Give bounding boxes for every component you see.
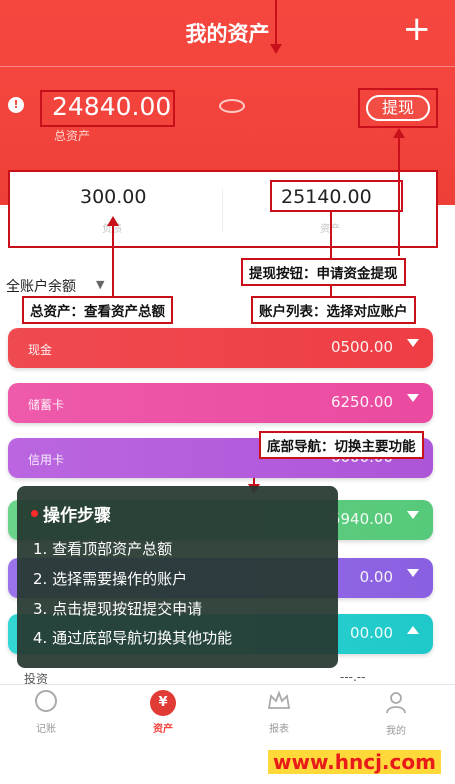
arrow-title — [275, 0, 277, 44]
account-amount: 6250.00 — [330, 393, 393, 411]
bottom-nav-divider — [0, 684, 455, 685]
stats-divider — [222, 188, 223, 232]
chevron-up-icon[interactable] — [407, 626, 419, 634]
step-item: 1. 查看顶部资产总额 — [33, 540, 173, 558]
account-card-cash[interactable]: 现金 0500.00 — [8, 328, 433, 368]
tab-mine[interactable]: 我的 — [361, 690, 431, 737]
arrow-withdraw-h — [330, 210, 400, 212]
chevron-down-icon[interactable] — [407, 339, 419, 347]
arrow-withdraw — [398, 136, 400, 256]
tab-label: 我的 — [386, 726, 406, 737]
annotation-withdraw: 提现按钮：申请资金提现 — [241, 258, 406, 286]
header-divider — [0, 66, 455, 67]
tab-reports[interactable]: 报表 — [244, 690, 314, 735]
account-amount: 5940.00 — [330, 510, 393, 528]
tab-label: 报表 — [269, 724, 289, 735]
plus-icon[interactable]: + — [403, 12, 432, 46]
account-amount: 0.00 — [359, 568, 393, 586]
step-item: 3. 点击提现按钮提交申请 — [33, 600, 203, 618]
chevron-down-icon[interactable] — [407, 569, 419, 577]
arrow-title-head — [270, 44, 282, 54]
total-assets-value: 24840.00 — [52, 92, 172, 121]
watermark: www.hncj.com — [268, 750, 441, 774]
eye-icon[interactable] — [219, 99, 245, 113]
yuan-icon: ¥ — [150, 690, 176, 716]
withdraw-button[interactable]: 提现 — [366, 95, 430, 121]
home-icon — [35, 690, 57, 712]
account-name: 储蓄卡 — [28, 398, 65, 412]
info-icon[interactable]: ! — [8, 97, 24, 113]
chevron-down-icon[interactable]: ▼ — [96, 278, 104, 291]
red-dot-icon — [31, 510, 38, 517]
partial-account-amount: ---.-- — [340, 670, 366, 684]
annotation-accounts: 账户列表：选择对应账户 — [251, 296, 416, 324]
arrow-total — [112, 224, 114, 296]
user-icon — [386, 692, 406, 714]
steps-title: 操作步骤 — [43, 506, 111, 526]
crown-icon — [267, 690, 291, 709]
tab-assets[interactable]: ¥ 资产 — [128, 690, 198, 735]
annotation-total: 总资产：查看资产总额 — [22, 296, 173, 324]
tab-bookkeeping[interactable]: 记账 — [11, 690, 81, 735]
all-accounts-label[interactable]: 全账户余额 — [6, 276, 76, 296]
account-amount: 0500.00 — [330, 338, 393, 356]
arrow-withdraw-head — [393, 128, 405, 138]
account-name: 信用卡 — [28, 453, 65, 467]
liability-value: 300.00 — [80, 186, 147, 208]
chevron-down-icon[interactable] — [407, 394, 419, 402]
step-item: 4. 通过底部导航切换其他功能 — [33, 629, 233, 647]
steps-overlay: 操作步骤 1. 查看顶部资产总额 2. 选择需要操作的账户 3. 点击提现按钮提… — [17, 486, 338, 668]
chevron-down-icon[interactable] — [407, 511, 419, 519]
account-card-savings[interactable]: 储蓄卡 6250.00 — [8, 383, 433, 423]
step-item: 2. 选择需要操作的账户 — [33, 570, 188, 588]
tab-label: 资产 — [153, 724, 173, 735]
assets-value: 25140.00 — [281, 186, 372, 208]
account-amount: 00.00 — [350, 624, 393, 642]
tab-label: 记账 — [36, 724, 56, 735]
annotation-nav: 底部导航：切换主要功能 — [259, 431, 424, 459]
total-assets-label: 总资产 — [54, 129, 91, 143]
page-title: 我的资产 — [185, 22, 270, 46]
arrow-total-head — [107, 216, 119, 226]
account-name: 现金 — [28, 343, 53, 357]
